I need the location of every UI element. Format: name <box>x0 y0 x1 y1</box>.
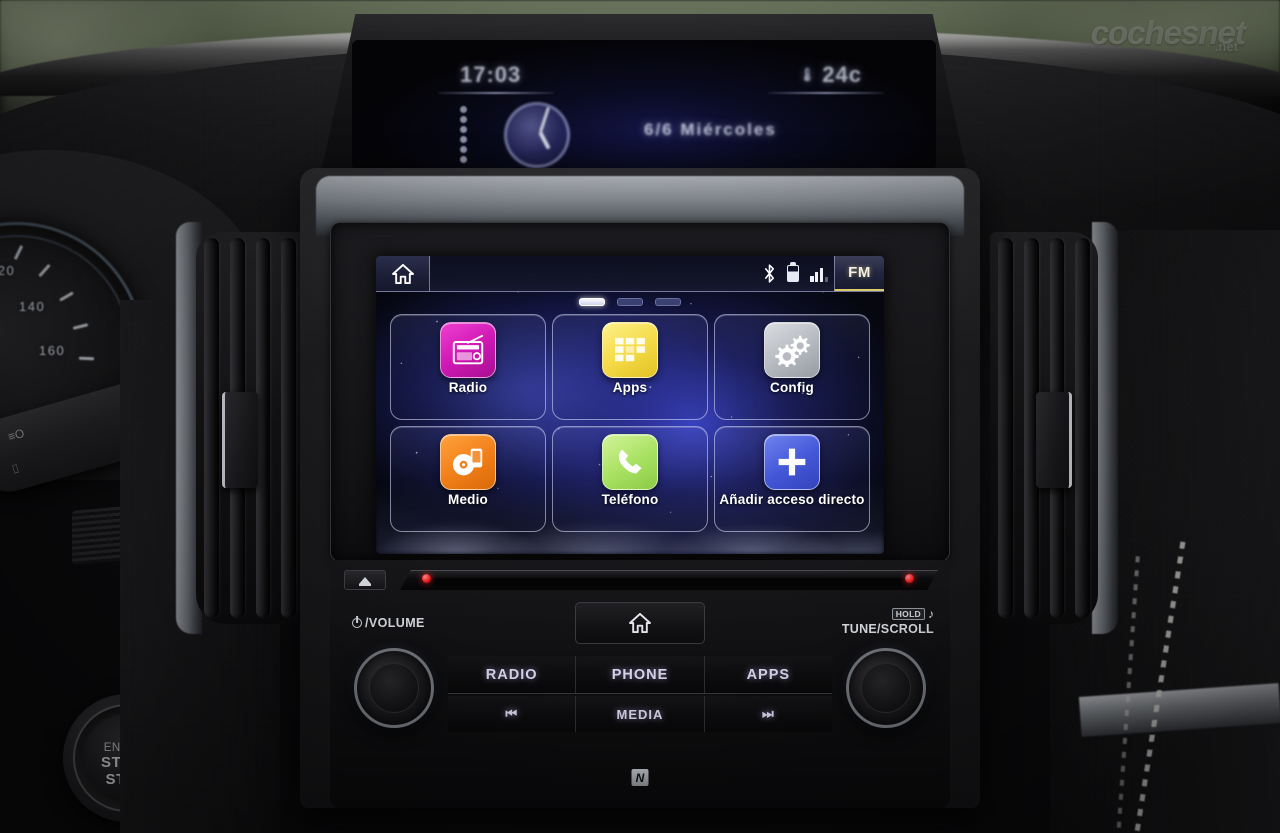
page-indicator[interactable] <box>376 298 884 306</box>
battery-icon <box>787 265 800 282</box>
hard-button-row-primary: RADIO PHONE APPS <box>448 656 832 694</box>
app-grid: Radio Apps Config Medio Teléfono Añadir … <box>390 314 870 532</box>
app-label-telefono: Teléfono <box>601 492 659 507</box>
app-label-config: Config <box>770 380 814 395</box>
tune-scroll-label: TUNE/SCROLL <box>841 622 934 636</box>
thermometer-icon: 🌡 <box>798 67 817 82</box>
volume-label: /VOLUME <box>365 616 425 630</box>
volume-knob[interactable] <box>354 648 434 728</box>
gauge-tick-140: 140 <box>19 299 46 314</box>
clock-time: 17:03 <box>460 62 522 87</box>
page-dot-2[interactable] <box>617 298 643 306</box>
indicator-led-right <box>905 574 914 583</box>
app-label-radio: Radio <box>448 380 488 395</box>
app-label-apps: Apps <box>612 380 648 395</box>
home-hard-button[interactable] <box>575 602 705 644</box>
previous-track-button[interactable]: ⏮ <box>448 696 577 732</box>
app-tile-radio[interactable]: Radio <box>390 314 546 420</box>
source-badge-fm[interactable]: FM <box>834 256 884 291</box>
app-tile-medio[interactable]: Medio <box>390 426 546 532</box>
temperature-value: 24c <box>822 62 862 87</box>
plus-icon <box>764 434 820 490</box>
home-button[interactable] <box>376 256 430 291</box>
bluetooth-icon <box>765 264 775 283</box>
app-label-medio: Medio <box>448 492 488 507</box>
next-track-button[interactable]: ⏭ <box>704 696 832 732</box>
eject-button[interactable] <box>344 570 386 590</box>
disc-slot[interactable] <box>400 570 938 590</box>
radio-button[interactable]: RADIO <box>448 656 577 693</box>
app-label-add-shortcut: Añadir acceso directo <box>719 492 865 507</box>
screenshot-root: 120 140 160 ≡O ⌷ ENGINE START STOP 17:03… <box>0 0 1280 833</box>
analog-clock-icon <box>504 102 570 168</box>
hard-button-row-secondary: ⏮ MEDIA ⏭ <box>448 696 832 732</box>
eject-icon <box>359 576 371 584</box>
apps-button[interactable]: APPS <box>704 656 832 693</box>
phone-icon <box>602 434 658 490</box>
page-dot-3[interactable] <box>655 298 681 306</box>
air-vent-adjuster-right[interactable] <box>1036 392 1072 488</box>
status-bar: FM <box>376 256 884 292</box>
radio-icon <box>440 322 496 378</box>
info-underline-right <box>768 92 884 94</box>
info-dot-column <box>460 106 467 163</box>
page-dot-1[interactable] <box>579 298 605 306</box>
media-button[interactable]: MEDIA <box>576 696 705 732</box>
infotainment-touchscreen[interactable]: FM Radio Apps Config Medio Teléfono Añad… <box>376 256 884 554</box>
status-icon-group <box>763 264 834 283</box>
media-disc-icon <box>440 434 496 490</box>
gears-icon <box>764 322 820 378</box>
app-tile-telefono[interactable]: Teléfono <box>552 426 708 532</box>
power-icon <box>352 618 362 628</box>
watermark: cochesnet.net <box>1090 14 1268 54</box>
music-note-icon: ♪ <box>928 607 934 621</box>
signal-bars-icon <box>810 266 828 282</box>
indicator-led-left <box>422 574 431 583</box>
gauge-tick-160: 160 <box>39 343 66 358</box>
air-vent-adjuster-left[interactable] <box>222 392 258 488</box>
info-underline-left <box>438 92 554 94</box>
hardware-control-panel: /VOLUME HOLD ♪ TUNE/SCROLL RADIO PHONE A… <box>330 560 950 808</box>
watermark-name: coches <box>1090 14 1200 51</box>
watermark-domain: .net <box>1214 39 1238 54</box>
outside-temperature: 🌡 24c <box>799 62 862 88</box>
tune-label-group: HOLD ♪ TUNE/SCROLL <box>842 604 934 636</box>
home-icon <box>629 613 651 633</box>
hold-label: HOLD <box>891 608 925 620</box>
home-icon <box>391 263 414 284</box>
air-vent-right <box>990 232 1098 624</box>
date-display: 6/6 Miércoles <box>644 120 777 139</box>
app-tile-config[interactable]: Config <box>714 314 870 420</box>
app-tile-apps[interactable]: Apps <box>552 314 708 420</box>
air-vent-left <box>196 232 304 624</box>
gauge-tick-120: 120 <box>0 263 16 278</box>
tune-scroll-knob[interactable] <box>846 648 926 728</box>
grid-icon <box>602 322 658 378</box>
upper-info-display: 17:03 🌡 24c 6/6 Miércoles <box>352 40 936 170</box>
app-tile-add-shortcut[interactable]: Añadir acceso directo <box>714 426 870 532</box>
volume-label-group: /VOLUME <box>352 616 425 630</box>
phone-button[interactable]: PHONE <box>576 656 705 693</box>
nfc-icon: N <box>631 769 649 786</box>
